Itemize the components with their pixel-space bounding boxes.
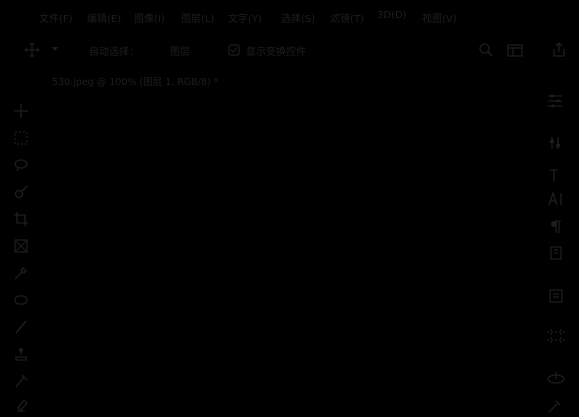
- auto-select-label[interactable]: 自动选择：: [89, 43, 139, 58]
- menu-image[interactable]: 图像(I): [134, 10, 165, 25]
- artboard-icon[interactable]: [547, 329, 565, 343]
- lasso-icon[interactable]: [14, 158, 28, 172]
- adjustments-icon[interactable]: [548, 136, 562, 150]
- libraries-icon[interactable]: [549, 289, 563, 303]
- menu-filter[interactable]: 滤镜(T): [330, 10, 364, 25]
- show-transform-checkbox-icon[interactable]: [228, 44, 240, 56]
- properties-icon[interactable]: [547, 94, 563, 108]
- menu-select[interactable]: 选择(S): [281, 10, 315, 25]
- paragraph-icon[interactable]: [550, 220, 562, 234]
- menu-type[interactable]: 文字(Y): [228, 10, 262, 25]
- history-brush-icon[interactable]: [14, 374, 28, 388]
- crop-icon[interactable]: [14, 212, 28, 226]
- 3d-icon[interactable]: [547, 371, 565, 385]
- document-canvas[interactable]: [40, 92, 535, 417]
- options-bar: 自动选择： 图层 显示变换控件: [0, 34, 579, 66]
- menu-bar: 文件(F) 编辑(E) 图像(I) 图层(L) 文字(Y) 选择(S) 滤镜(T…: [0, 0, 579, 34]
- menu-3d[interactable]: 3D(D): [377, 10, 407, 21]
- eraser-icon[interactable]: [14, 398, 28, 412]
- paragraph-styles-icon[interactable]: [549, 246, 563, 260]
- document-tab[interactable]: 530.jpeg @ 100% (图层 1, RGB/8) *: [52, 74, 218, 88]
- healing-brush-icon[interactable]: [14, 293, 28, 307]
- character-icon[interactable]: [548, 168, 562, 182]
- move-tool-options-icon[interactable]: [24, 42, 40, 58]
- panels-dock: [535, 86, 579, 417]
- eyedropper-icon[interactable]: [14, 266, 28, 280]
- tool-preset-chevron-icon[interactable]: [52, 47, 58, 52]
- photoshop-window: 文件(F) 编辑(E) 图像(I) 图层(L) 文字(Y) 选择(S) 滤镜(T…: [0, 0, 579, 417]
- auto-select-target-dropdown[interactable]: 图层: [170, 43, 190, 58]
- rectangular-marquee-icon[interactable]: [14, 131, 28, 145]
- menu-edit[interactable]: 编辑(E): [87, 10, 121, 25]
- brush-icon[interactable]: [14, 320, 28, 334]
- tools-panel: [0, 96, 40, 417]
- menu-layer[interactable]: 图层(L): [181, 10, 214, 25]
- move-tool-icon[interactable]: [14, 104, 28, 118]
- share-icon[interactable]: [552, 42, 566, 57]
- menu-view[interactable]: 视图(V): [422, 10, 457, 25]
- quick-selection-icon[interactable]: [14, 185, 28, 199]
- brush-settings-icon[interactable]: [548, 399, 562, 413]
- menu-file[interactable]: 文件(F): [39, 10, 73, 25]
- search-icon[interactable]: [479, 43, 493, 57]
- clone-stamp-icon[interactable]: [14, 347, 28, 361]
- glyphs-icon[interactable]: [548, 190, 564, 206]
- show-transform-label[interactable]: 显示变换控件: [246, 43, 306, 58]
- frame-icon[interactable]: [14, 239, 28, 253]
- workspace-icon[interactable]: [507, 43, 523, 57]
